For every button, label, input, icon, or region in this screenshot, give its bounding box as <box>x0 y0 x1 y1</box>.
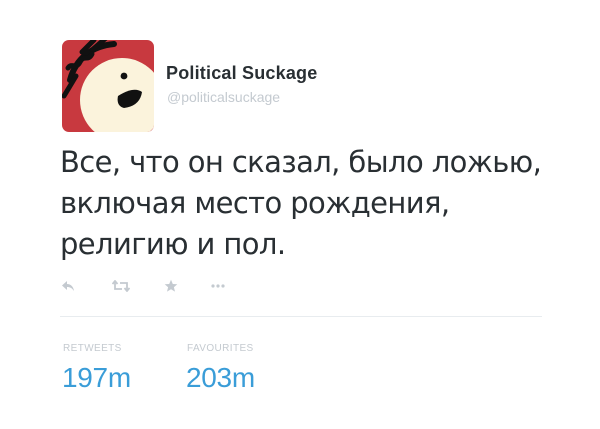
avatar[interactable] <box>62 40 154 132</box>
retweets-count[interactable]: 197m <box>62 362 131 394</box>
retweet-icon <box>112 280 130 292</box>
tweet-card: Political Suckage @politicalsuckage Все,… <box>0 0 600 429</box>
tweet-text-line: включая место рождения, <box>60 186 450 220</box>
favourites-label: FAVOURITES <box>187 343 254 354</box>
retweet-button[interactable] <box>111 276 131 296</box>
cartoon-face-icon <box>62 40 154 132</box>
retweets-label: RETWEETS <box>63 343 122 354</box>
favourites-count[interactable]: 203m <box>186 362 255 394</box>
reply-icon <box>62 281 74 291</box>
author-handle[interactable]: @politicalsuckage <box>167 89 280 105</box>
more-button[interactable] <box>208 276 228 296</box>
favourite-button[interactable] <box>163 276 179 296</box>
author-display-name[interactable]: Political Suckage <box>166 63 317 84</box>
star-icon <box>164 279 178 292</box>
more-icon <box>211 284 225 288</box>
tweet-text-line: Все, что он сказал, было ложью, <box>60 145 542 179</box>
reply-button[interactable] <box>60 276 76 296</box>
tweet-text: Все, что он сказал, было ложью, включая … <box>60 142 580 265</box>
tweet-text-line: религию и пол. <box>60 227 286 261</box>
divider <box>60 316 542 317</box>
